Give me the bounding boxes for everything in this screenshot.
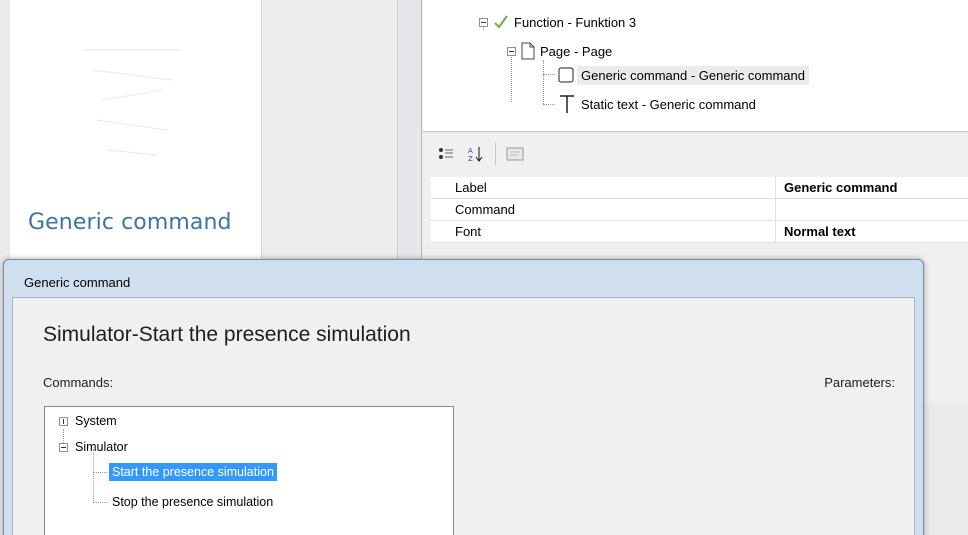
property-value[interactable]: Generic command xyxy=(776,177,968,198)
collapse-icon[interactable] xyxy=(507,46,516,56)
tree-item-label: Start the presence simulation xyxy=(109,463,277,481)
tree-item-stop-presence[interactable]: Stop the presence simulation xyxy=(109,492,276,512)
structure-tree[interactable]: Function - Funktion 3 Page - Page Generi… xyxy=(423,0,968,132)
text-T-icon xyxy=(560,95,574,113)
page-icon xyxy=(521,42,535,60)
preview-sketch-icon xyxy=(82,49,182,156)
tree-item-system[interactable]: System xyxy=(59,411,120,431)
tree-item-generic-command[interactable]: Generic command - Generic command xyxy=(557,64,809,86)
property-name: Label xyxy=(431,177,776,198)
generic-command-dialog: Generic command Simulator-Start the pres… xyxy=(3,259,924,535)
tree-item-label: Function - Funktion 3 xyxy=(514,14,637,30)
tree-item-simulator[interactable]: Simulator xyxy=(59,437,131,457)
property-row-font[interactable]: Font Normal text xyxy=(431,221,968,243)
parameters-label: Parameters: xyxy=(824,375,895,390)
tree-item-start-presence[interactable]: Start the presence simulation xyxy=(109,462,277,482)
tree-item-label: Stop the presence simulation xyxy=(112,495,274,509)
dialog-heading: Simulator-Start the presence simulation xyxy=(43,323,411,346)
property-value[interactable] xyxy=(776,199,968,220)
tree-connector xyxy=(93,472,107,473)
tree-item-label: Simulator xyxy=(75,440,128,454)
property-row-command[interactable]: Command xyxy=(431,199,968,221)
property-value[interactable]: Normal text xyxy=(776,221,968,242)
commands-tree[interactable]: System Simulator Start the presence simu… xyxy=(44,406,454,535)
categorized-icon[interactable] xyxy=(435,143,457,165)
app-window: Generic command Function - Funktion 3 Pa… xyxy=(0,0,968,535)
expand-icon[interactable] xyxy=(59,416,68,426)
tree-connector xyxy=(543,74,555,75)
collapse-icon[interactable] xyxy=(479,17,488,27)
collapse-icon[interactable] xyxy=(59,442,68,452)
tree-item-label: Static text - Generic command xyxy=(581,96,756,112)
commands-label: Commands: xyxy=(43,375,114,390)
checkmark-icon xyxy=(494,15,508,29)
tree-connector xyxy=(543,104,555,105)
dialog-body: Simulator-Start the presence simulation … xyxy=(12,297,915,535)
sort-az-icon[interactable]: AZ xyxy=(465,143,487,165)
tree-item-label: System xyxy=(75,414,117,428)
property-name: Command xyxy=(431,199,776,220)
property-pages-icon[interactable] xyxy=(504,143,526,165)
svg-text:A: A xyxy=(468,147,473,155)
preview-title: Generic command xyxy=(28,210,232,235)
tree-item-label: Generic command - Generic command xyxy=(577,65,809,85)
tree-connector xyxy=(93,502,107,503)
tree-connector xyxy=(543,60,544,104)
square-icon xyxy=(558,67,574,83)
properties-toolbar: AZ xyxy=(423,133,968,175)
dialog-title: Generic command xyxy=(24,275,131,290)
tree-item-static-text[interactable]: Static text - Generic command xyxy=(557,93,760,115)
property-grid[interactable]: Label Generic command Command Font Norma… xyxy=(431,177,968,243)
tree-item-label: Page - Page xyxy=(540,43,613,59)
toolbar-separator xyxy=(495,143,496,165)
property-row-label[interactable]: Label Generic command xyxy=(431,177,968,199)
tree-item-function[interactable]: Function - Funktion 3 xyxy=(479,11,640,33)
svg-text:Z: Z xyxy=(468,155,473,163)
property-name: Font xyxy=(431,221,776,242)
tree-item-page[interactable]: Page - Page xyxy=(507,40,616,62)
tree-connector xyxy=(93,449,94,503)
